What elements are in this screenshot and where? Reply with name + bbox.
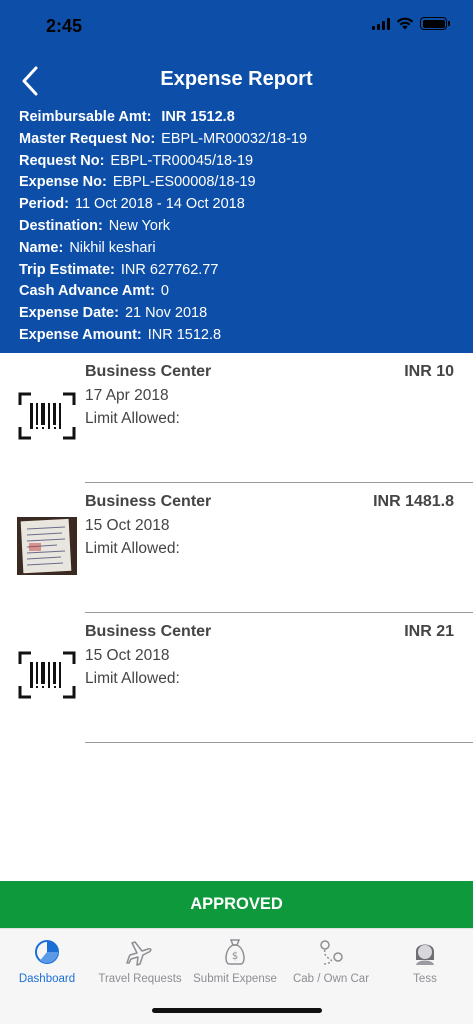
expense-category: Business Center <box>85 623 212 640</box>
detail-label: Destination: <box>19 217 103 234</box>
detail-label: Name: <box>19 239 64 256</box>
detail-row: Master Request No: EBPL-MR00032/18-19 <box>19 129 459 151</box>
detail-label: Request No: <box>19 152 105 169</box>
item-divider <box>85 742 473 743</box>
detail-row: Trip Estimate: INR 627762.77 <box>19 260 459 282</box>
detail-value: EBPL-ES00008/18-19 <box>112 174 256 191</box>
barcode-icon[interactable] <box>17 650 77 708</box>
detail-value: INR 627762.77 <box>120 261 219 278</box>
wifi-icon <box>396 17 414 30</box>
detail-value: INR 1512.8 <box>147 326 222 343</box>
detail-label: Expense No: <box>19 174 107 191</box>
detail-label: Master Request No: <box>19 130 156 147</box>
detail-value: 11 Oct 2018 - 14 Oct 2018 <box>74 196 245 213</box>
detail-label: Expense Date: <box>19 305 119 322</box>
status-icons <box>372 17 450 30</box>
detail-label: Expense Amount: <box>19 326 142 343</box>
detail-value: New York <box>108 217 171 234</box>
cellular-signal-icon <box>372 17 390 30</box>
detail-row: Cash Advance Amt: 0 <box>19 281 459 303</box>
detail-value: Nikhil keshari <box>69 239 156 256</box>
tab-cab-own-car[interactable]: Cab / Own Car <box>282 935 380 985</box>
detail-label: Period: <box>19 196 69 213</box>
detail-row: Name: Nikhil keshari <box>19 238 459 260</box>
detail-row: Request No: EBPL-TR00045/18-19 <box>19 151 459 173</box>
detail-value: 0 <box>160 283 169 300</box>
home-indicator <box>152 1008 322 1013</box>
expense-limit-label: Limit Allowed: <box>85 540 180 557</box>
detail-label: Reimbursable Amt: <box>19 109 152 125</box>
detail-value: INR 1512.8 <box>161 109 235 125</box>
dashboard-pie-icon <box>35 940 59 964</box>
detail-label: Trip Estimate: <box>19 261 115 278</box>
expense-item[interactable]: Business Center INR 10 17 Apr 2018 Limit Al… <box>0 353 473 483</box>
expense-amount: INR 10 <box>404 363 454 380</box>
expense-limit-label: Limit Allowed: <box>85 410 180 427</box>
detail-row: Period: 11 Oct 2018 - 14 Oct 2018 <box>19 194 459 216</box>
page-title: Expense Report <box>160 68 313 90</box>
status-bar: 2:45 <box>0 0 473 52</box>
receipt-thumbnail[interactable] <box>17 517 77 575</box>
expense-category: Business Center <box>85 493 212 510</box>
detail-row: Expense Date: 21 Nov 2018 <box>19 303 459 325</box>
money-bag-icon: $ <box>225 939 245 965</box>
expense-amount: INR 21 <box>404 623 454 640</box>
expense-category: Business Center <box>85 363 212 380</box>
tab-tess[interactable]: Tess <box>376 935 473 985</box>
status-time: 2:45 <box>46 16 83 36</box>
detail-value: 21 Nov 2018 <box>124 305 208 322</box>
airplane-icon <box>126 941 152 966</box>
detail-value: EBPL-TR00045/18-19 <box>110 152 254 169</box>
expense-item[interactable]: Business Center INR 21 15 Oct 2018 Limit Al… <box>0 613 473 743</box>
report-details: Reimbursable Amt: INR 1512.8 Master Reques… <box>19 107 459 347</box>
detail-row: Expense Amount: INR 1512.8 <box>19 325 459 347</box>
detail-value: EBPL-MR00032/18-19 <box>161 130 308 147</box>
tab-dashboard[interactable]: Dashboard <box>0 935 96 985</box>
approved-status-button[interactable]: APPROVED <box>0 881 473 928</box>
detail-label: Cash Advance Amt: <box>19 283 155 300</box>
detail-row: Expense No: EBPL-ES00008/18-19 <box>19 172 459 194</box>
detail-row: Reimbursable Amt: INR 1512.8 <box>19 107 459 129</box>
expense-date: 15 Oct 2018 <box>85 517 170 534</box>
battery-icon <box>420 17 450 30</box>
expense-item[interactable]: Business Center INR 1481.8 15 Oct 2018 Limi… <box>0 483 473 613</box>
svg-text:$: $ <box>232 951 238 962</box>
expense-date: 17 Apr 2018 <box>85 387 169 404</box>
detail-row: Destination: New York <box>19 216 459 238</box>
expense-limit-label: Limit Allowed: <box>85 670 180 687</box>
avatar-icon <box>415 944 435 965</box>
tab-travel-requests[interactable]: Travel Requests <box>91 935 189 985</box>
expense-date: 15 Oct 2018 <box>85 647 170 664</box>
tab-submit-expense[interactable]: $ Submit Expense <box>186 935 284 985</box>
barcode-icon[interactable] <box>17 391 77 449</box>
route-pin-icon <box>320 940 343 965</box>
expense-amount: INR 1481.8 <box>373 493 454 510</box>
report-header: 2:45 Expense Report Reimbursable Amt: INR… <box>0 0 473 353</box>
